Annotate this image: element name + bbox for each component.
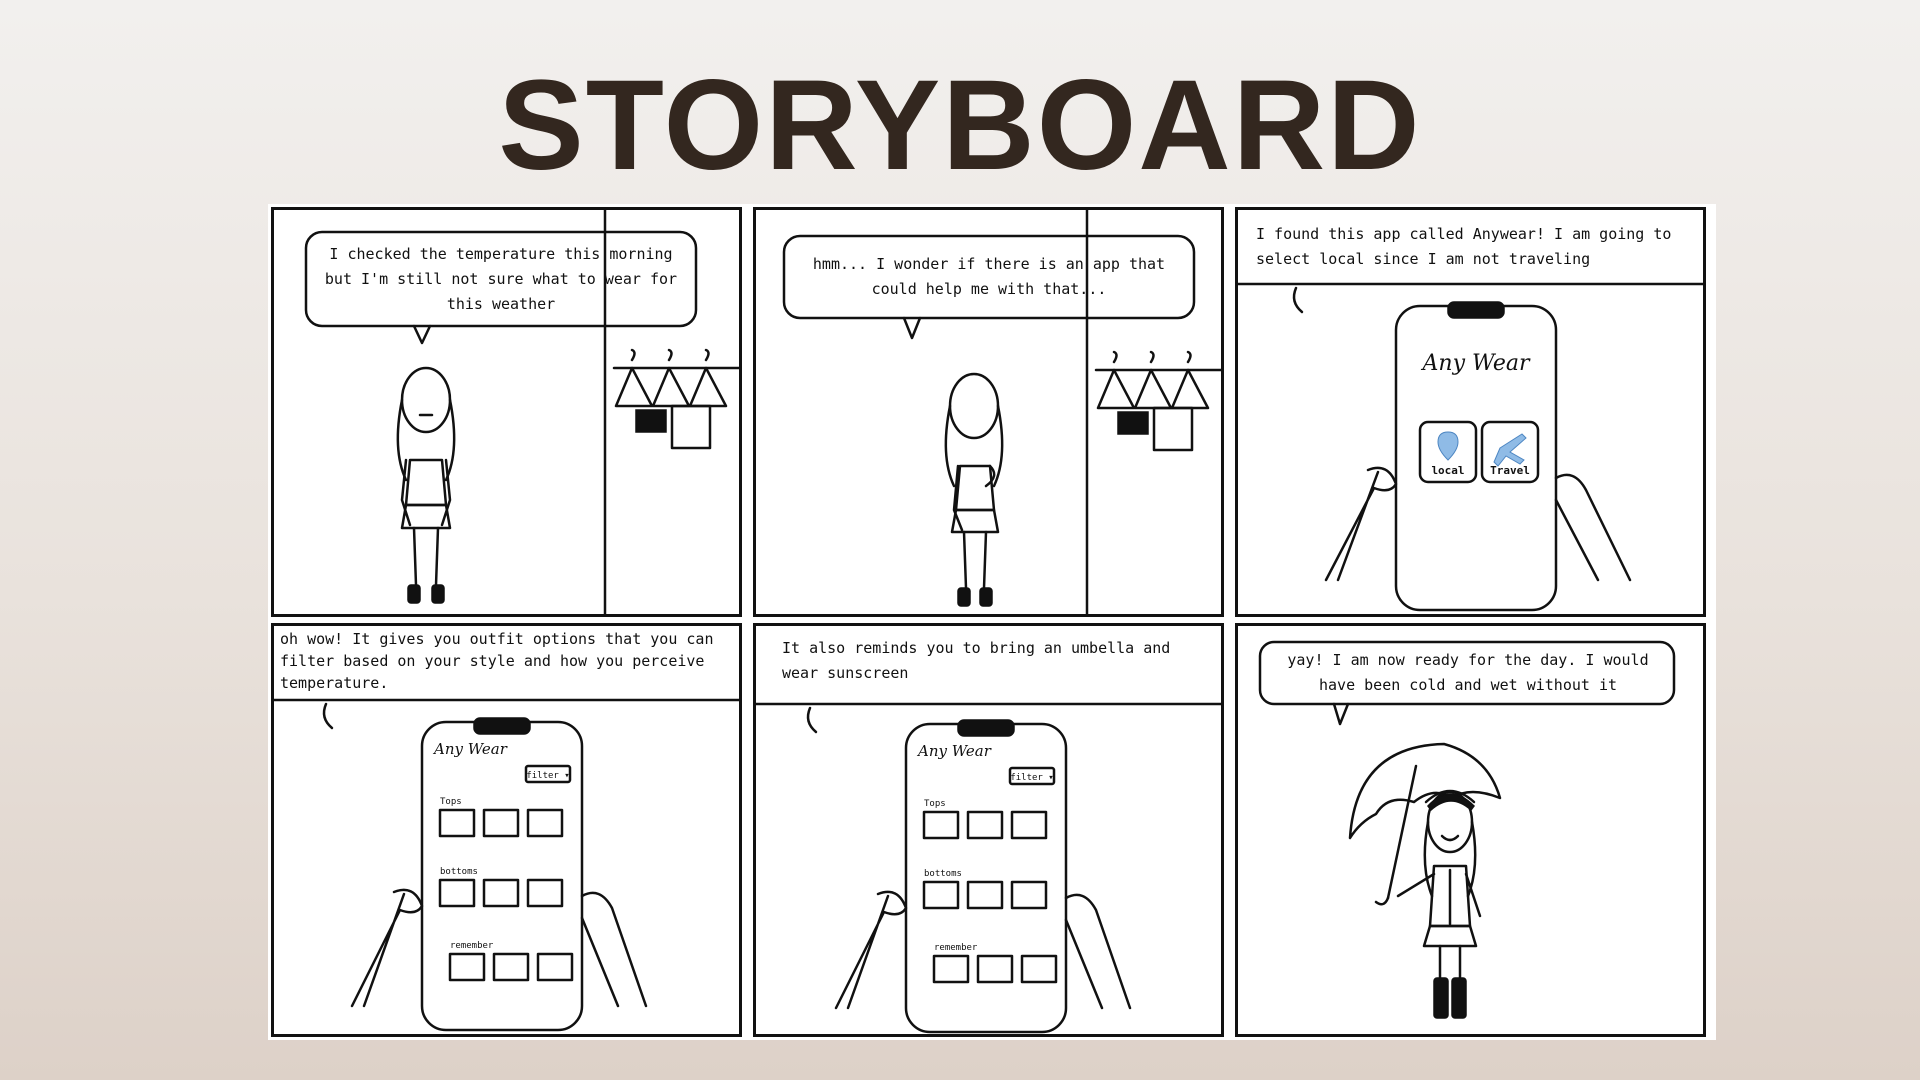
phone-reminder-screen: Any Wear filter ▾ Tops bottoms remember: [904, 719, 1068, 1034]
storyboard-grid: I checked the temperature this morning b…: [268, 204, 1716, 1040]
local-option-label: local: [1431, 464, 1464, 477]
section-tops: Tops: [440, 797, 462, 807]
panel-6: yay! I am now ready for the day. I would…: [1235, 623, 1706, 1037]
section-remember: remember: [934, 943, 978, 953]
panel-1-caption: I checked the temperature this morning b…: [324, 245, 678, 313]
panel-6-caption: yay! I am now ready for the day. I would…: [1287, 651, 1649, 694]
section-remember: remember: [450, 941, 494, 951]
panel-2-caption: hmm... I wonder if there is an app that …: [812, 255, 1166, 298]
phone-home-screen: Any Wear local Travel: [1394, 301, 1558, 612]
page-title: STORYBOARD: [498, 54, 1422, 197]
panel-1: I checked the temperature this morning b…: [271, 207, 742, 617]
section-bottoms: bottoms: [440, 867, 478, 877]
app-logo: Any Wear: [1421, 351, 1531, 376]
hanger-icon: [614, 348, 728, 450]
panel-3: Any Wear local Travel I found this app c…: [1235, 207, 1706, 617]
panel-5: Any Wear filter ▾ Tops bottoms remember …: [753, 623, 1224, 1037]
panel-5-caption: It also reminds you to bring an umbella …: [782, 639, 1171, 682]
phone-outfits-screen: Any Wear filter ▾ Tops bottoms remember: [420, 717, 584, 1032]
girl-figure: [944, 372, 1004, 607]
panel-4: Any Wear filter ▾ Tops bottoms remember …: [271, 623, 742, 1037]
section-tops: Tops: [924, 799, 946, 809]
panel-2: hmm... I wonder if there is an app that …: [753, 207, 1224, 617]
filter-button[interactable]: filter ▾: [1010, 773, 1053, 783]
travel-option-label: Travel: [1490, 464, 1530, 477]
panel-5-drawing: Any Wear filter ▾ Tops bottoms remember: [756, 702, 1221, 1034]
filter-button[interactable]: filter ▾: [526, 771, 569, 781]
hanger-icon: [1096, 350, 1210, 452]
panel-3-caption: I found this app called Anywear! I am go…: [1256, 225, 1672, 268]
girl-figure: [1396, 789, 1482, 1019]
airplane-icon: [1493, 433, 1527, 467]
location-pin-icon: [1437, 431, 1459, 461]
girl-figure: [396, 366, 456, 604]
panel-4-caption: oh wow! It gives you outfit options that…: [280, 630, 714, 692]
app-logo: Any Wear: [432, 740, 508, 758]
app-logo: Any Wear: [916, 742, 992, 760]
section-bottoms: bottoms: [924, 869, 962, 879]
